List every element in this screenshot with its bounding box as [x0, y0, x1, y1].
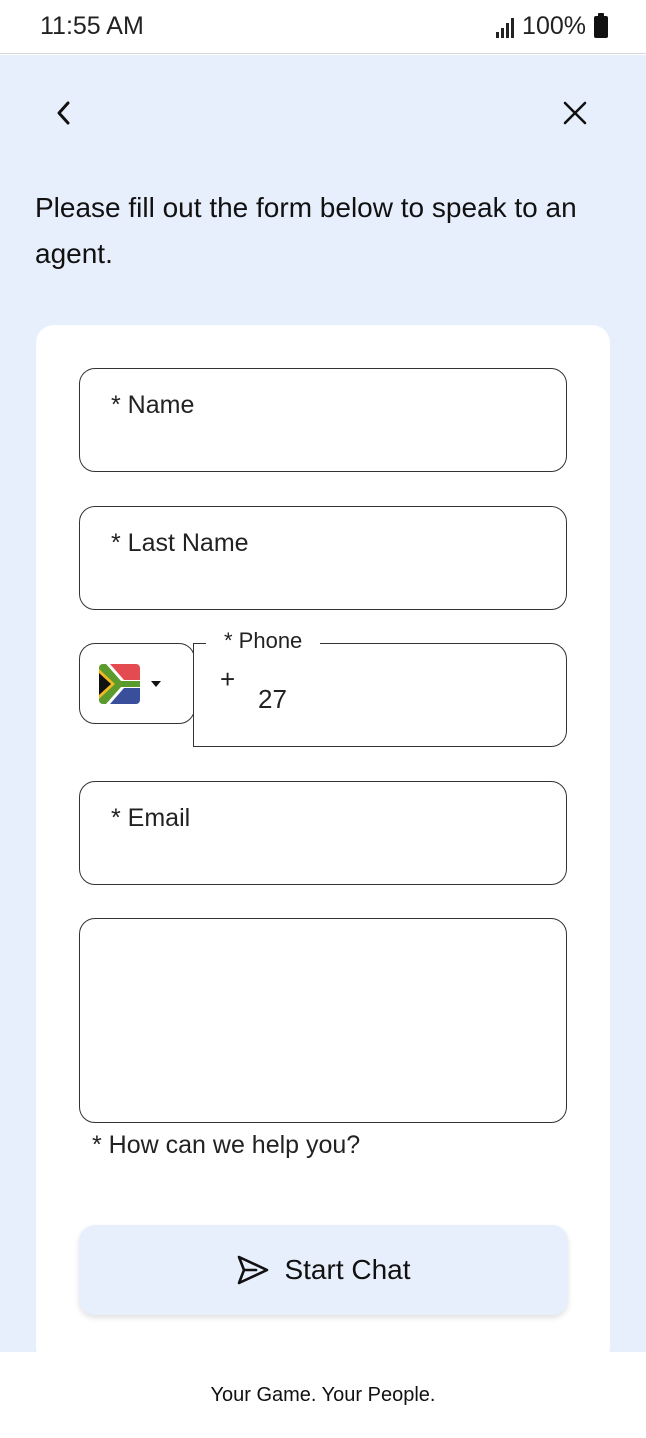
help-textarea[interactable] — [79, 918, 567, 1123]
back-button[interactable] — [46, 95, 82, 131]
status-bar: 11:55 AM 100% — [0, 0, 646, 54]
send-icon — [238, 1255, 269, 1285]
battery-icon — [594, 12, 608, 38]
name-label: * Name — [111, 391, 195, 419]
email-label: * Email — [111, 804, 191, 832]
help-label: * How can we help you? — [92, 1131, 361, 1159]
phone-prefix: + — [220, 664, 236, 694]
start-chat-button[interactable]: Start Chat — [79, 1225, 568, 1315]
status-time: 11:55 AM — [40, 12, 144, 40]
status-indicators: 100% — [496, 12, 608, 41]
name-field[interactable]: * Name — [79, 368, 567, 472]
phone-group: * Phone + 27 — [79, 628, 567, 747]
phone-field[interactable]: * Phone + 27 — [193, 628, 567, 747]
phone-country-code: 27 — [258, 684, 287, 714]
last-name-field[interactable]: * Last Name — [79, 506, 567, 610]
caret-down-icon — [151, 681, 161, 687]
footer: Your Game. Your People. — [0, 1352, 646, 1438]
country-select[interactable] — [79, 643, 195, 724]
form-card: * Name * Last Name * Phone + 27 * Email … — [36, 325, 610, 1365]
south-africa-flag-icon — [99, 664, 140, 704]
email-field[interactable]: * Email — [79, 781, 567, 885]
chevron-left-icon — [57, 101, 70, 125]
intro-text: Please fill out the form below to speak … — [35, 192, 577, 269]
chat-form-screen: Please fill out the form below to speak … — [0, 55, 646, 1365]
close-icon — [563, 101, 587, 125]
start-chat-label: Start Chat — [284, 1254, 411, 1285]
phone-label: * Phone — [206, 628, 321, 654]
last-name-label: * Last Name — [111, 529, 249, 557]
battery-percent: 100% — [522, 12, 586, 40]
close-button[interactable] — [557, 95, 593, 131]
footer-tagline: Your Game. Your People. — [210, 1383, 436, 1406]
signal-icon — [496, 16, 515, 38]
